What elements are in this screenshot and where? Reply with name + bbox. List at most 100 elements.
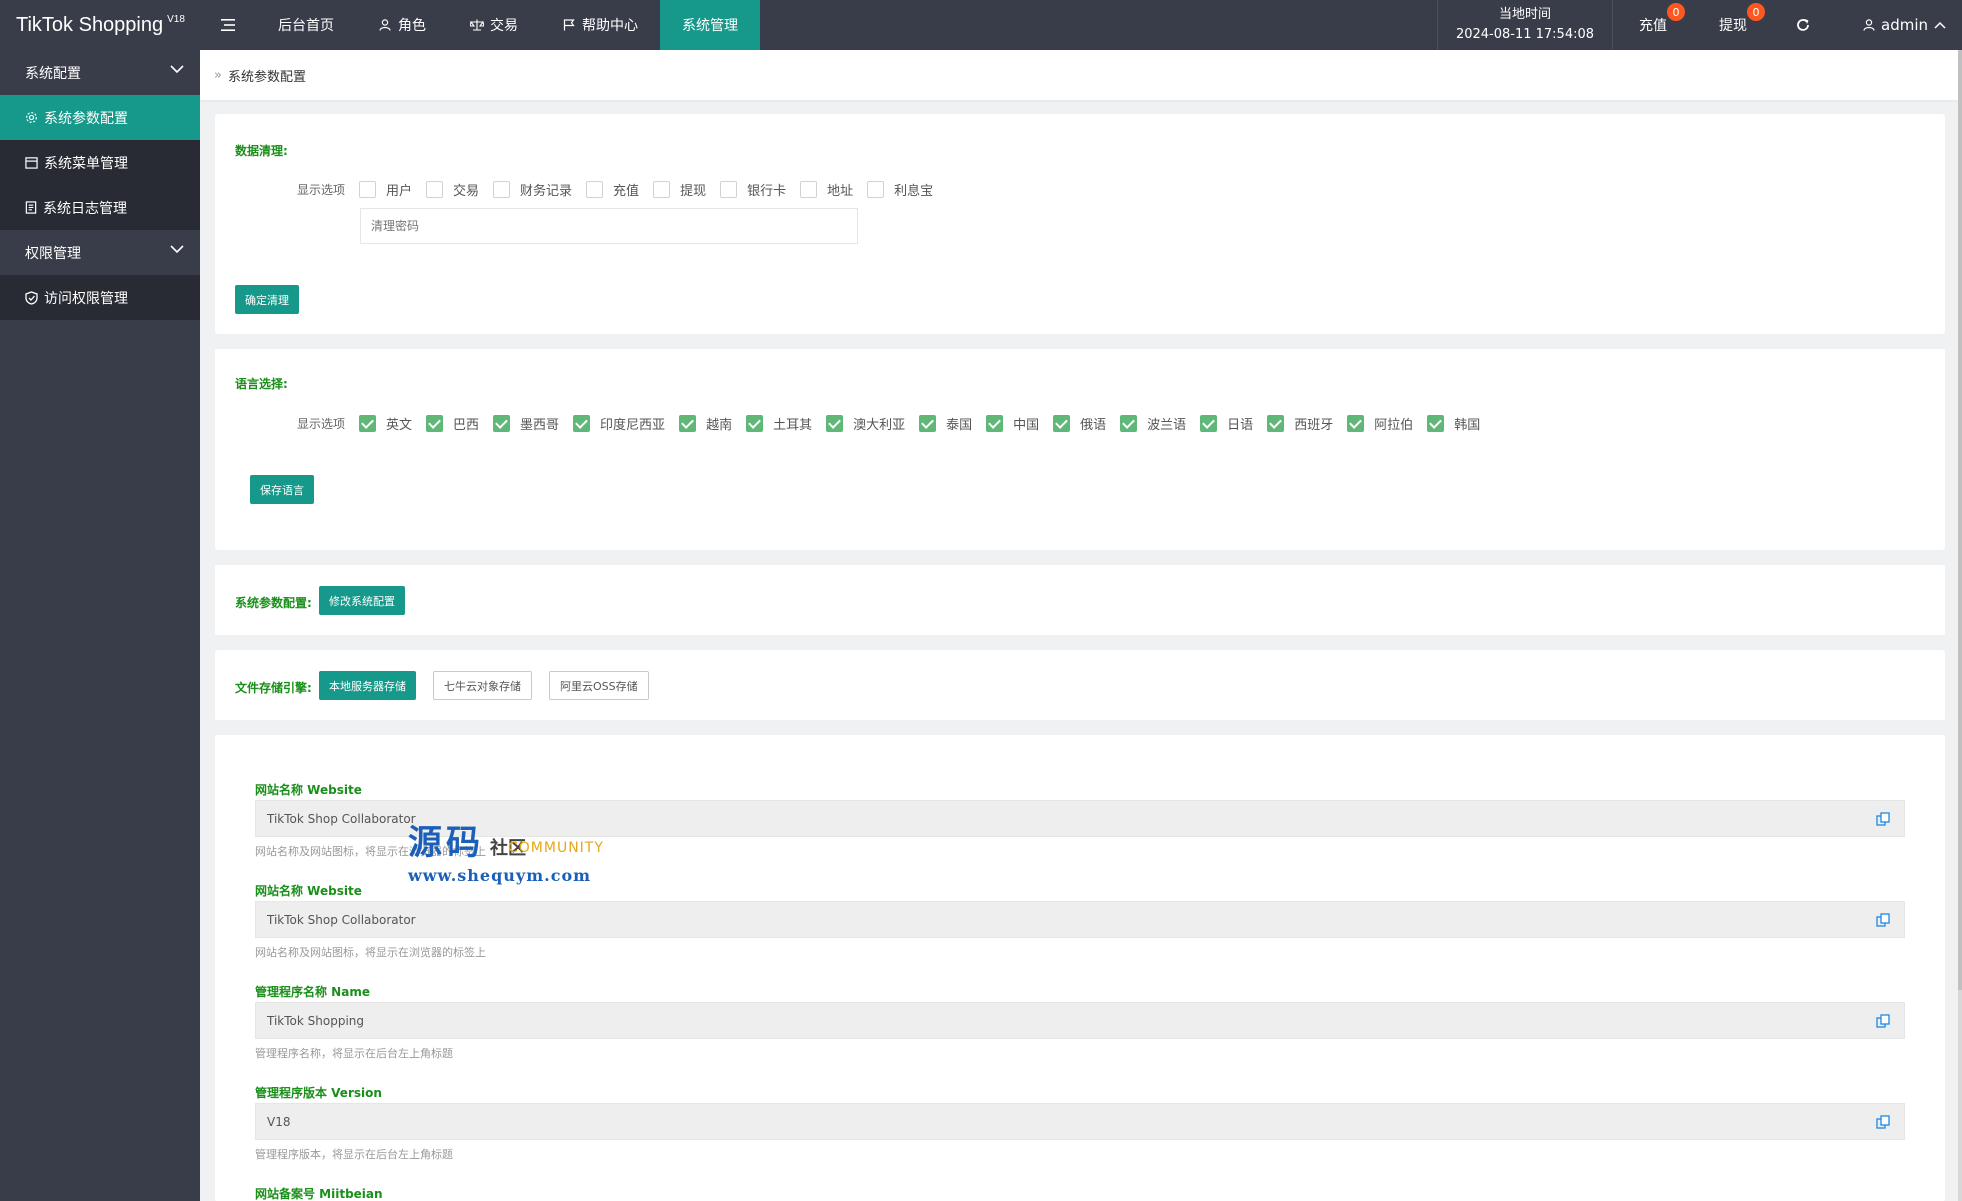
checkbox-checked[interactable] bbox=[1120, 415, 1138, 432]
nav-trade[interactable]: 交易 bbox=[448, 0, 540, 50]
clean-option-recharge[interactable]: 充值 bbox=[586, 180, 639, 199]
checkbox-checked[interactable] bbox=[1053, 415, 1071, 432]
checkbox[interactable] bbox=[359, 181, 376, 198]
lang-option-turkey[interactable]: 土耳其 bbox=[746, 414, 812, 433]
clean-password-input[interactable] bbox=[360, 208, 858, 244]
nav-role[interactable]: 角色 bbox=[356, 0, 448, 50]
checkbox-checked[interactable] bbox=[1427, 415, 1445, 432]
local-time-value: 2024-08-11 17:54:08 bbox=[1455, 27, 1595, 42]
withdraw-label: 提现 bbox=[1719, 18, 1747, 34]
nav-home-label: 后台首页 bbox=[278, 18, 334, 34]
clean-option-address[interactable]: 地址 bbox=[800, 180, 853, 199]
checkbox-label: 阿拉伯 bbox=[1374, 418, 1414, 433]
lang-option-brazil[interactable]: 巴西 bbox=[426, 414, 479, 433]
app-brand[interactable]: TikTok Shopping V18 bbox=[0, 0, 200, 50]
lang-option-polish[interactable]: 波兰语 bbox=[1120, 414, 1186, 433]
storage-qiniu-button[interactable]: 七牛云对象存储 bbox=[433, 671, 532, 700]
sidebar-item-access-permission[interactable]: 访问权限管理 bbox=[0, 275, 200, 320]
copy-icon[interactable] bbox=[1876, 1115, 1890, 1129]
withdraw-button[interactable]: 提现 0 bbox=[1693, 0, 1773, 50]
lang-option-mexico[interactable]: 墨西哥 bbox=[493, 414, 559, 433]
nav-help[interactable]: 帮助中心 bbox=[540, 0, 660, 50]
refresh-button[interactable] bbox=[1773, 0, 1833, 50]
checkbox-checked[interactable] bbox=[986, 415, 1004, 432]
lang-option-english[interactable]: 英文 bbox=[359, 414, 412, 433]
clean-option-interest[interactable]: 利息宝 bbox=[867, 180, 933, 199]
lang-option-korean[interactable]: 韩国 bbox=[1427, 414, 1480, 433]
checkbox[interactable] bbox=[800, 181, 818, 198]
checkbox-checked[interactable] bbox=[826, 415, 844, 432]
sidebar-item-system-menu[interactable]: 系统菜单管理 bbox=[0, 140, 200, 185]
website-name-input-2[interactable]: TikTok Shop Collaborator bbox=[255, 901, 1905, 938]
sidebar-group-system-config[interactable]: 系统配置 bbox=[0, 50, 200, 95]
checkbox-checked[interactable] bbox=[573, 415, 591, 432]
sidebar-group-label: 系统配置 bbox=[25, 65, 81, 82]
breadcrumb-current[interactable]: 系统参数配置 bbox=[228, 66, 306, 85]
checkbox-checked[interactable] bbox=[679, 415, 697, 432]
lang-option-indonesia[interactable]: 印度尼西亚 bbox=[573, 414, 665, 433]
sidebar-item-system-params[interactable]: 系统参数配置 bbox=[0, 95, 200, 140]
clean-option-trade[interactable]: 交易 bbox=[426, 180, 479, 199]
checkbox[interactable] bbox=[653, 181, 671, 198]
checkbox-checked[interactable] bbox=[493, 415, 511, 432]
clean-option-bankcard[interactable]: 银行卡 bbox=[720, 180, 786, 199]
app-version-input[interactable]: V18 bbox=[255, 1103, 1905, 1140]
checkbox-label: 银行卡 bbox=[747, 184, 787, 199]
field-value: TikTok Shop Collaborator bbox=[267, 912, 416, 927]
checkbox-checked[interactable] bbox=[1267, 415, 1285, 432]
storage-aliyun-button[interactable]: 阿里云OSS存储 bbox=[549, 671, 649, 700]
lang-option-arabic[interactable]: 阿拉伯 bbox=[1347, 414, 1413, 433]
nav-home[interactable]: 后台首页 bbox=[256, 0, 356, 50]
lang-option-australia[interactable]: 澳大利亚 bbox=[826, 414, 905, 433]
sidebar-group-label: 权限管理 bbox=[25, 245, 81, 262]
lang-option-japanese[interactable]: 日语 bbox=[1200, 414, 1253, 433]
nav-system[interactable]: 系统管理 bbox=[660, 0, 760, 50]
lang-option-vietnam[interactable]: 越南 bbox=[679, 414, 732, 433]
shield-check-icon bbox=[25, 290, 38, 305]
gear-icon bbox=[26, 112, 37, 123]
checkbox-checked[interactable] bbox=[426, 415, 444, 432]
checkbox-label: 土耳其 bbox=[773, 418, 813, 433]
lang-option-spanish[interactable]: 西班牙 bbox=[1267, 414, 1333, 433]
checkbox-checked[interactable] bbox=[746, 415, 764, 432]
app-name-input[interactable]: TikTok Shopping bbox=[255, 1002, 1905, 1039]
sidebar-item-system-log[interactable]: 系统日志管理 bbox=[0, 185, 200, 230]
clean-option-user[interactable]: 用户 bbox=[359, 180, 412, 199]
checkbox[interactable] bbox=[586, 181, 604, 198]
page-scrollbar[interactable] bbox=[1958, 50, 1962, 1201]
checkbox[interactable] bbox=[867, 181, 885, 198]
save-language-button[interactable]: 保存语言 bbox=[250, 475, 314, 504]
copy-icon[interactable] bbox=[1876, 913, 1890, 927]
nav-system-label: 系统管理 bbox=[682, 18, 738, 34]
edit-system-config-button[interactable]: 修改系统配置 bbox=[319, 586, 405, 615]
storage-local-button[interactable]: 本地服务器存储 bbox=[319, 671, 416, 700]
checkbox-label: 用户 bbox=[386, 184, 413, 199]
data-clean-title: 数据清理: bbox=[235, 144, 288, 158]
recharge-button[interactable]: 充值 0 bbox=[1613, 0, 1693, 50]
lang-option-china[interactable]: 中国 bbox=[986, 414, 1039, 433]
scale-icon bbox=[470, 18, 484, 32]
copy-icon[interactable] bbox=[1876, 812, 1890, 826]
checkbox-checked[interactable] bbox=[919, 415, 937, 432]
scrollbar-thumb[interactable] bbox=[1958, 50, 1962, 990]
checkbox[interactable] bbox=[720, 181, 738, 198]
checkbox-label: 俄语 bbox=[1080, 418, 1107, 433]
lang-option-russian[interactable]: 俄语 bbox=[1053, 414, 1106, 433]
menu-toggle-button[interactable] bbox=[200, 0, 256, 50]
checkbox-checked[interactable] bbox=[1347, 415, 1365, 432]
checkbox[interactable] bbox=[426, 181, 444, 198]
checkbox[interactable] bbox=[493, 181, 511, 198]
nav-role-label: 角色 bbox=[398, 18, 426, 34]
confirm-clean-button[interactable]: 确定清理 bbox=[235, 285, 299, 314]
language-options: 显示选项 英文 巴西 墨西哥 印度尼西亚 越南 土耳其 澳大利亚 泰国 中国 俄… bbox=[235, 414, 1494, 433]
chevron-down-icon bbox=[170, 245, 184, 254]
lang-option-thailand[interactable]: 泰国 bbox=[919, 414, 972, 433]
checkbox-label: 巴西 bbox=[453, 418, 480, 433]
clean-option-finance[interactable]: 财务记录 bbox=[493, 180, 572, 199]
user-menu[interactable]: admin bbox=[1833, 0, 1962, 50]
checkbox-checked[interactable] bbox=[1200, 415, 1218, 432]
clean-option-withdraw[interactable]: 提现 bbox=[653, 180, 706, 199]
sidebar-group-permission[interactable]: 权限管理 bbox=[0, 230, 200, 275]
checkbox-checked[interactable] bbox=[359, 415, 376, 432]
copy-icon[interactable] bbox=[1876, 1014, 1890, 1028]
